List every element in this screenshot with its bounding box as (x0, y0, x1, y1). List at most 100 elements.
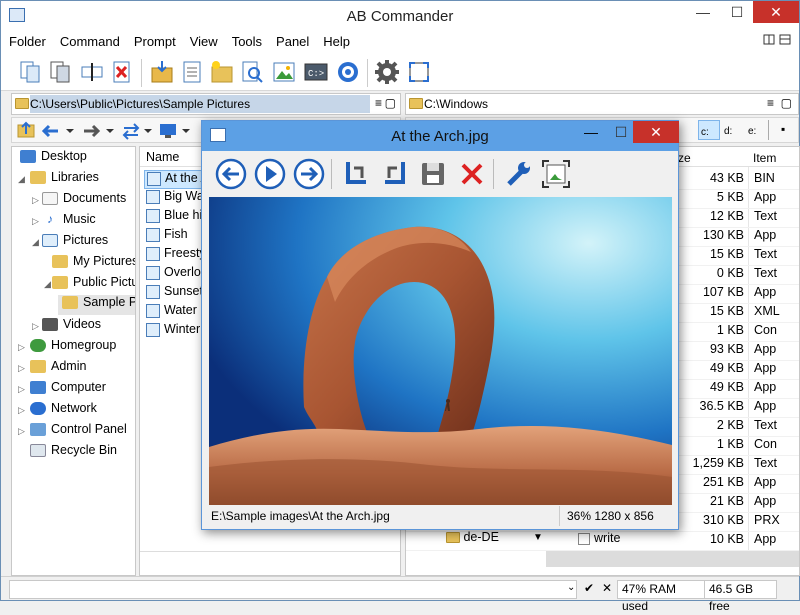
tree-item-pictures[interactable]: Pictures (42, 233, 108, 253)
file-type: Text (754, 209, 777, 223)
refresh-view-icon[interactable] (335, 59, 361, 85)
menu-command[interactable]: Command (52, 31, 126, 49)
menu-view[interactable]: View (182, 31, 224, 49)
drive-c-button[interactable]: c: (698, 120, 720, 140)
expand-arrow-icon[interactable]: ▷ (18, 405, 25, 416)
expand-arrow-icon[interactable]: ▷ (18, 384, 25, 395)
viewer-close-button[interactable]: ✕ (633, 121, 679, 143)
tree-item-sample-pictures[interactable]: Sample Pi (58, 295, 135, 315)
list-item[interactable]: write (576, 531, 748, 550)
play-icon[interactable] (254, 158, 286, 190)
close-button[interactable]: ✕ (753, 1, 799, 23)
image-viewer-icon[interactable] (271, 59, 297, 85)
fullscreen-icon[interactable] (406, 59, 432, 85)
tree-item-desktop[interactable]: Desktop (20, 149, 87, 169)
viewer-minimize-button[interactable]: — (576, 121, 606, 143)
find-icon[interactable] (239, 59, 265, 85)
rename-icon[interactable] (79, 59, 105, 85)
rotate-left-icon[interactable] (340, 158, 372, 190)
viewer-maximize-button[interactable]: ☐ (606, 121, 636, 143)
expand-arrow-icon[interactable]: ▷ (18, 342, 25, 353)
tree-item-computer[interactable]: Computer (30, 380, 106, 400)
fit-to-window-icon[interactable] (540, 158, 572, 190)
menu-lines-icon[interactable]: ≡ (767, 96, 774, 110)
delete-icon[interactable] (456, 158, 488, 190)
command-prompt-icon[interactable]: C:> (303, 59, 329, 85)
close-x-icon[interactable]: ✕ (602, 581, 612, 595)
list-item[interactable]: Blue hi (146, 208, 202, 227)
settings-gear-icon[interactable] (374, 59, 400, 85)
status-bar: ⌄ ✔ ✕ 47% RAM used 46.5 GB free (1, 576, 799, 613)
expand-arrow-icon[interactable]: ▷ (32, 321, 39, 332)
column-name[interactable]: Name (146, 150, 179, 164)
panel-layout-icons[interactable] (763, 34, 793, 49)
scroll-down-arrow-icon[interactable]: ▼ (533, 532, 543, 543)
previous-icon[interactable] (215, 158, 247, 190)
drive-d-button[interactable]: d: (724, 126, 732, 137)
tree-item-documents[interactable]: Documents (42, 191, 126, 211)
tree-item-public-pictures[interactable]: Public Pictu (52, 275, 135, 295)
list-item[interactable]: de-DE (446, 530, 499, 549)
right-path-bar[interactable]: C:\Windows ≡ ▢ (405, 93, 799, 115)
column-size[interactable]: ze (678, 151, 691, 165)
menu-panel[interactable]: Panel (268, 31, 315, 49)
collapse-arrow-icon[interactable]: ◢ (32, 237, 39, 248)
list-item[interactable]: Overlo (146, 265, 201, 284)
menu-lines-icon[interactable]: ≡ (375, 96, 382, 110)
file-type: App (754, 399, 777, 413)
network-icon (30, 402, 46, 416)
expand-arrow-icon[interactable]: ▷ (32, 195, 39, 206)
more-options-icon[interactable]: ▪ (781, 122, 785, 136)
collapse-arrow-icon[interactable]: ◢ (18, 174, 25, 185)
dropdown-arrow-icon[interactable]: ⌄ (567, 582, 575, 593)
tree-item-my-pictures[interactable]: My Pictures (52, 254, 135, 274)
tree-item-admin[interactable]: Admin (30, 359, 86, 379)
list-item[interactable]: At the A (144, 170, 209, 189)
rotate-right-icon[interactable] (379, 158, 411, 190)
move-icon[interactable] (47, 59, 73, 85)
properties-icon[interactable] (179, 59, 205, 85)
file-size: 21 KB (709, 494, 744, 508)
check-icon[interactable]: ✔ (584, 581, 594, 595)
collapse-arrow-icon[interactable]: ◢ (44, 279, 51, 290)
image-file-icon (146, 246, 160, 261)
drive-e-button[interactable]: e: (748, 126, 756, 137)
menu-help[interactable]: Help (315, 31, 356, 49)
tree-item-libraries[interactable]: Libraries (30, 170, 99, 190)
menu-prompt[interactable]: Prompt (126, 31, 182, 49)
left-path-text[interactable]: C:\Users\Public\Pictures\Sample Pictures (30, 97, 250, 111)
expand-arrow-icon[interactable]: ▷ (18, 363, 25, 374)
history-dropdown-icon[interactable]: ▢ (781, 96, 792, 110)
tree-item-videos[interactable]: Videos (42, 317, 101, 337)
expand-arrow-icon[interactable]: ▷ (32, 216, 39, 227)
pack-icon[interactable] (149, 59, 175, 85)
new-folder-icon[interactable] (209, 59, 235, 85)
menu-folder[interactable]: Folder (1, 31, 52, 49)
list-item[interactable]: Winter (146, 322, 200, 341)
save-icon[interactable] (417, 158, 449, 190)
list-item[interactable]: Freesty (146, 246, 206, 265)
tree-item-network[interactable]: Network (30, 401, 97, 421)
maximize-button[interactable]: ☐ (720, 1, 754, 23)
delete-icon[interactable] (109, 59, 135, 85)
wrench-icon[interactable] (502, 158, 534, 190)
column-type[interactable]: Item (753, 151, 776, 165)
horizontal-scrollbar[interactable] (546, 551, 799, 567)
next-icon[interactable] (293, 158, 325, 190)
list-item[interactable]: Fish (146, 227, 188, 246)
minimize-button[interactable]: — (686, 1, 720, 23)
tree-item-recycle-bin[interactable]: Recycle Bin (30, 443, 117, 463)
list-item[interactable]: Sunset (146, 284, 203, 303)
left-path-bar[interactable]: C:\Users\Public\Pictures\Sample Pictures… (11, 93, 401, 115)
list-item[interactable]: Big Wa (146, 189, 204, 208)
copy-icon[interactable] (17, 59, 43, 85)
list-item[interactable]: Water l (146, 303, 203, 322)
expand-arrow-icon[interactable]: ▷ (18, 426, 25, 437)
tree-item-control-panel[interactable]: Control Panel (30, 422, 127, 442)
history-dropdown-icon[interactable]: ▢ (385, 96, 396, 110)
image-file-icon (146, 189, 160, 204)
tree-item-homegroup[interactable]: Homegroup (30, 338, 116, 358)
right-path-text[interactable]: C:\Windows (424, 97, 488, 111)
menu-tools[interactable]: Tools (224, 31, 268, 49)
tree-item-music[interactable]: ♪ Music (42, 212, 96, 232)
